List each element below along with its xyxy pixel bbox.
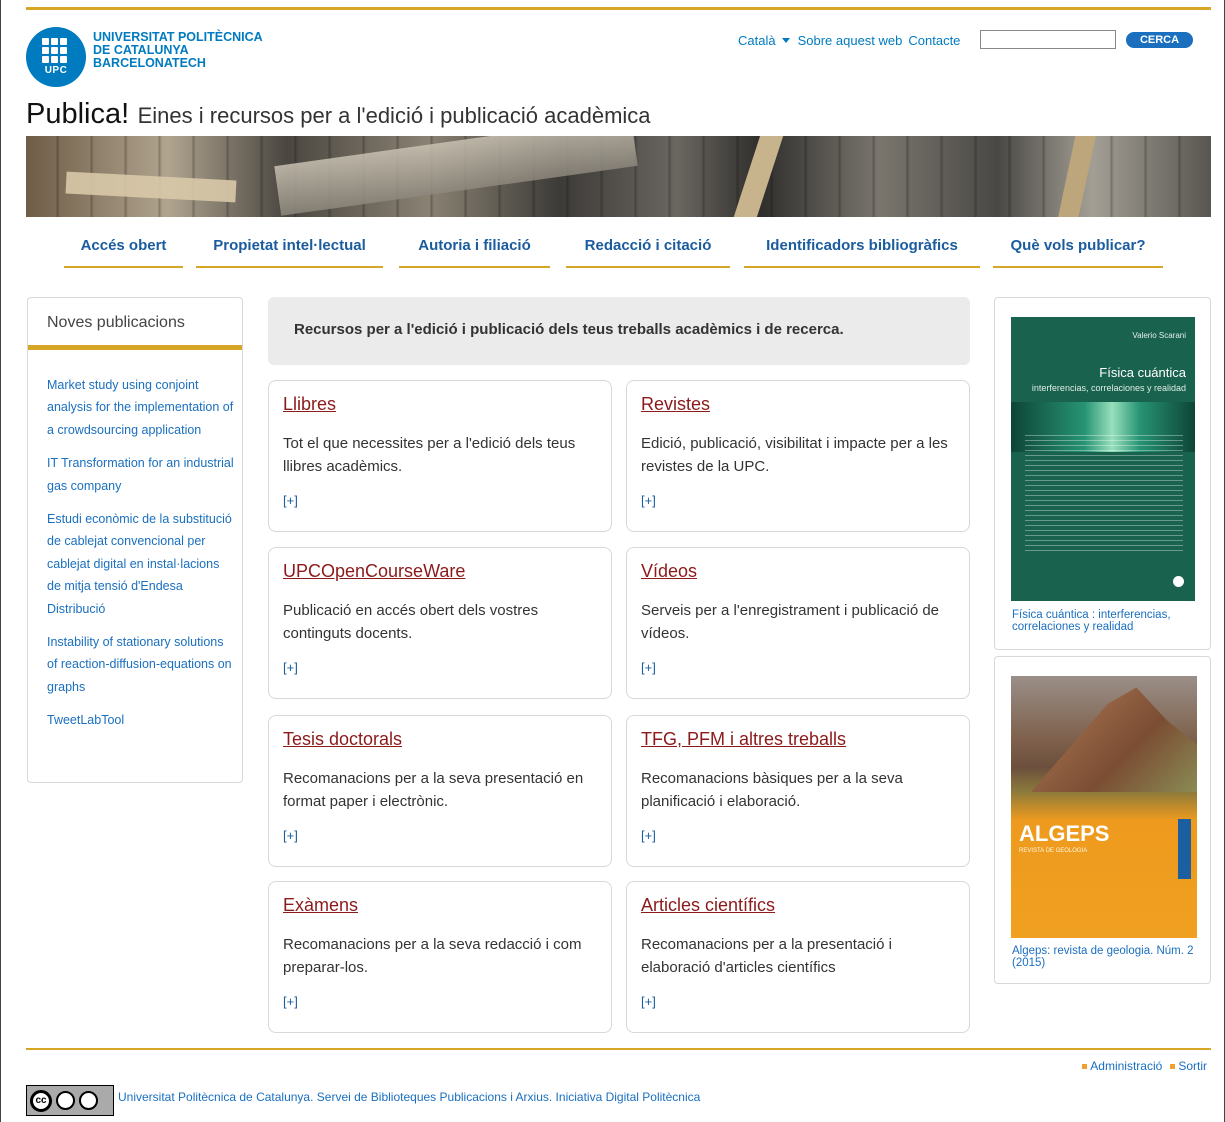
book-link[interactable]: Física cuántica : interferencias, correl… <box>1012 609 1198 633</box>
museum-badge-icon <box>1178 819 1191 879</box>
card-description: Recomanacions per a la seva presentació … <box>283 770 584 810</box>
language-label[interactable]: Català <box>738 33 776 48</box>
contact-link[interactable]: Contacte <box>908 33 960 48</box>
card-description: Recomanacions bàsiques per a la seva pla… <box>641 770 903 810</box>
site-subtitle: Eines i recursos per a l'edició i public… <box>137 103 651 128</box>
nav-item-propietat-intellectual[interactable]: Propietat intel·lectual <box>196 232 383 268</box>
card-more-link[interactable]: [+] <box>283 660 611 675</box>
book-link[interactable]: Algeps: revista de geologia. Núm. 2 (201… <box>1012 945 1198 969</box>
upc-logo[interactable]: UPC UNIVERSITAT POLITÈCNICA DE CATALUNYA… <box>26 27 263 87</box>
card-title[interactable]: Llibres <box>283 394 611 415</box>
card-more-link[interactable]: [+] <box>641 994 969 1009</box>
header-banner-image <box>26 136 1211 217</box>
card-title[interactable]: Exàmens <box>283 895 611 916</box>
site-title-main: Publica! <box>26 98 130 130</box>
publication-link[interactable]: IT Transformation for an industrial gas … <box>47 452 236 497</box>
card-more-link[interactable]: [+] <box>283 994 611 1009</box>
card-tesis: Tesis doctorals Recomanacions per a la s… <box>268 715 612 867</box>
nav-item-que-vols-publicar[interactable]: Què vols publicar? <box>993 232 1163 268</box>
card-title[interactable]: UPCOpenCourseWare <box>283 561 611 582</box>
cover-subtitle: interferencias, correlaciones y realidad <box>1031 383 1186 393</box>
card-description: Edició, publicació, visibilitat i impact… <box>641 435 948 475</box>
cc-icon: cc <box>30 1089 52 1112</box>
search-button[interactable]: CERCA <box>1126 32 1193 48</box>
book-cover-image[interactable]: Valerio Scarani Física cuántica interfer… <box>1011 317 1195 601</box>
card-description: Recomanacions per a la presentació i ela… <box>641 936 892 976</box>
intro-banner: Recursos per a l'edició i publicació del… <box>268 297 970 365</box>
card-videos: Vídeos Serveis per a l'enregistrament i … <box>626 547 970 699</box>
by-icon <box>56 1091 75 1110</box>
card-articles: Articles científics Recomanacions per a … <box>626 881 970 1033</box>
card-more-link[interactable]: [+] <box>641 493 969 508</box>
nav-item-autoria-filiacio[interactable]: Autoria i filiació <box>399 232 550 268</box>
nav-item-acces-obert[interactable]: Accés obert <box>64 232 183 268</box>
caret-down-icon[interactable] <box>781 38 790 43</box>
bullet-icon <box>1170 1064 1176 1070</box>
card-more-link[interactable]: [+] <box>641 828 969 843</box>
logo-abbrev: UPC <box>44 65 68 76</box>
cover-title: Física cuántica <box>1099 365 1186 380</box>
footer-divider <box>26 1048 1211 1050</box>
card-examens: Exàmens Recomanacions per a la seva reda… <box>268 881 612 1033</box>
card-description: Serveis per a l'enregistrament i publica… <box>641 602 940 642</box>
card-title[interactable]: Tesis doctorals <box>283 729 611 750</box>
card-revistes: Revistes Edició, publicació, visibilitat… <box>626 380 970 532</box>
admin-links: Administració Sortir <box>1082 1059 1207 1073</box>
featured-book-2: ALGEPS REVISTA DE GEOLOGIA Algeps: revis… <box>994 656 1211 984</box>
publication-link[interactable]: Instability of stationary solutions of r… <box>47 631 236 698</box>
sa-icon <box>79 1091 98 1110</box>
bullet-icon <box>1082 1064 1088 1070</box>
card-tfg-pfm: TFG, PFM i altres treballs Recomanacions… <box>626 715 970 867</box>
card-description: Recomanacions per a la seva redacció i c… <box>283 936 582 976</box>
cover-subtitle: REVISTA DE GEOLOGIA <box>1019 848 1088 854</box>
cover-title: ALGEPS <box>1019 821 1110 846</box>
card-title[interactable]: Vídeos <box>641 561 969 582</box>
journal-cover-image[interactable]: ALGEPS REVISTA DE GEOLOGIA <box>1011 676 1197 938</box>
new-publications-panel: Noves publicacions Market study using co… <box>27 297 243 783</box>
publication-link[interactable]: Market study using conjoint analysis for… <box>47 374 236 441</box>
card-llibres: Llibres Tot el que necessites per a l'ed… <box>268 380 612 532</box>
card-description: Publicació en accés obert dels vostres c… <box>283 602 539 642</box>
sidebar-title: Noves publicacions <box>28 298 242 350</box>
logout-link[interactable]: Sortir <box>1170 1059 1207 1073</box>
card-more-link[interactable]: [+] <box>641 660 969 675</box>
about-link[interactable]: Sobre aquest web <box>798 33 903 48</box>
logo-text: UNIVERSITAT POLITÈCNICA DE CATALUNYA BAR… <box>93 30 263 70</box>
card-title[interactable]: TFG, PFM i altres treballs <box>641 729 969 750</box>
nav-item-redaccio-citacio[interactable]: Redacció i citació <box>566 232 730 268</box>
cover-author: Valerio Scarani <box>1132 331 1186 340</box>
top-accent-bar <box>26 7 1211 10</box>
card-title[interactable]: Articles científics <box>641 895 969 916</box>
nav-item-identificadors[interactable]: Identificadors bibliogràfics <box>744 232 980 268</box>
search-input[interactable] <box>980 30 1116 49</box>
footer-text: Universitat Politècnica de Catalunya. Se… <box>118 1090 701 1104</box>
card-more-link[interactable]: [+] <box>283 828 611 843</box>
card-description: Tot el que necessites per a l'edició del… <box>283 435 576 475</box>
language-selector[interactable]: Català <box>738 33 798 48</box>
site-title: Publica! Eines i recursos per a l'edició… <box>26 98 651 131</box>
sidebar-list: Market study using conjoint analysis for… <box>28 350 242 732</box>
top-links: Català Sobre aquest web Contacte <box>738 33 960 48</box>
publication-link[interactable]: Estudi econòmic de la substitució de cab… <box>47 508 236 620</box>
logo-circle-icon: UPC <box>26 27 86 87</box>
featured-book-1: Valerio Scarani Física cuántica interfer… <box>994 297 1211 650</box>
card-more-link[interactable]: [+] <box>283 493 611 508</box>
admin-link[interactable]: Administració <box>1082 1059 1162 1073</box>
card-title[interactable]: Revistes <box>641 394 969 415</box>
card-upc-ocw: UPCOpenCourseWare Publicació en accés ob… <box>268 547 612 699</box>
publication-link[interactable]: TweetLabTool <box>47 709 236 731</box>
cc-license-badge[interactable]: cc <box>26 1085 114 1116</box>
publisher-mark-icon <box>1173 576 1184 587</box>
